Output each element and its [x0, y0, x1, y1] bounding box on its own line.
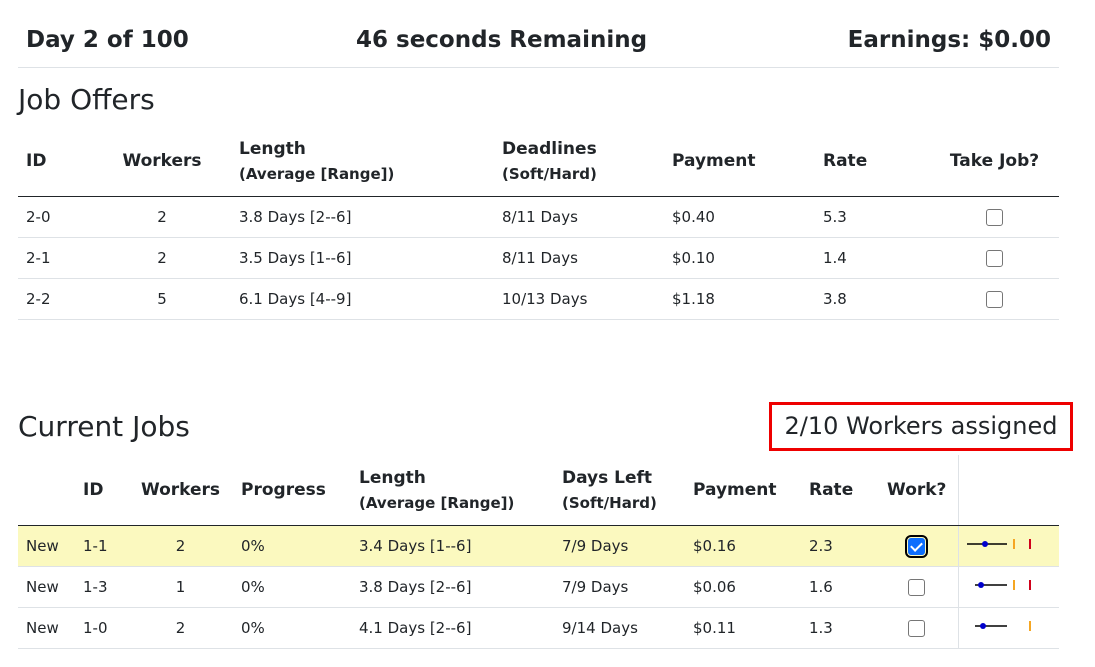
job-timeline	[957, 607, 1059, 649]
timeline-chart	[966, 539, 1031, 549]
timeline-chart	[974, 580, 1031, 590]
current-job-row: New 1-0 2 0% 4.1 Days [2--6] 9/14 Days $0.11 1.…	[18, 607, 1059, 649]
col-rate: Rate	[801, 455, 876, 526]
work-cell	[876, 525, 958, 567]
job-status: New	[18, 525, 75, 567]
col-deadlines: Deadlines (Soft/Hard)	[494, 126, 664, 197]
progress-dot	[981, 541, 988, 547]
col-status	[18, 455, 75, 526]
offer-row: 2-2 5 6.1 Days [4--9] 10/13 Days $1.18 3.8	[18, 278, 1059, 320]
col-take-job: Take Job?	[930, 126, 1059, 197]
col-id: ID	[18, 126, 93, 197]
job-id: 1-3	[75, 566, 128, 608]
col-payment: Payment	[685, 455, 801, 526]
job-workers: 2	[128, 607, 233, 649]
job-payment: $0.11	[685, 607, 801, 649]
offer-deadlines: 8/11 Days	[494, 237, 664, 279]
offer-rate: 1.4	[815, 237, 930, 279]
job-workers: 1	[128, 566, 233, 608]
take-job-cell	[930, 196, 1059, 238]
day-counter: Day 2 of 100	[26, 27, 189, 53]
job-id: 1-0	[75, 607, 128, 649]
col-rate: Rate	[815, 126, 930, 197]
work-checkbox[interactable]	[908, 620, 926, 637]
job-days-left: 7/9 Days	[554, 566, 685, 608]
job-length: 3.8 Days [2--6]	[351, 566, 554, 608]
col-length: Length (Average [Range])	[231, 126, 494, 197]
col-workers: Workers	[93, 126, 231, 197]
col-progress: Progress	[233, 455, 351, 526]
job-length: 4.1 Days [2--6]	[351, 607, 554, 649]
job-days-left: 9/14 Days	[554, 607, 685, 649]
job-progress: 0%	[233, 525, 351, 567]
job-status: New	[18, 566, 75, 608]
job-offers-heading: Job Offers	[18, 83, 155, 116]
job-payment: $0.16	[685, 525, 801, 567]
take-job-checkbox[interactable]	[986, 250, 1003, 267]
col-work: Work?	[876, 455, 958, 526]
earnings: Earnings: $0.00	[847, 27, 1051, 53]
offer-payment: $1.18	[664, 278, 815, 320]
take-job-cell	[930, 278, 1059, 320]
offer-deadlines: 8/11 Days	[494, 196, 664, 238]
work-cell	[876, 566, 958, 608]
offer-workers: 5	[93, 278, 231, 320]
offer-workers: 2	[93, 237, 231, 279]
current-jobs-heading: Current Jobs	[18, 410, 190, 443]
job-id: 1-1	[75, 525, 128, 567]
col-days-left: Days Left (Soft/Hard)	[554, 455, 685, 526]
offer-rate: 5.3	[815, 196, 930, 238]
current-job-row: New 1-1 2 0% 3.4 Days [1--6] 7/9 Days $0.16 2.3	[18, 525, 1059, 567]
col-id: ID	[75, 455, 128, 526]
work-checkbox[interactable]	[905, 535, 929, 558]
job-progress: 0%	[233, 607, 351, 649]
col-workers: Workers	[128, 455, 233, 526]
job-offers-table: ID Workers Length (Average [Range]) Deadl…	[18, 126, 1059, 320]
job-timeline	[957, 566, 1059, 608]
time-remaining: 46 seconds Remaining	[356, 27, 648, 53]
col-timeline	[957, 455, 1059, 526]
current-job-row: New 1-3 1 0% 3.8 Days [2--6] 7/9 Days $0.06 1.6	[18, 566, 1059, 608]
timeline-chart	[974, 621, 1031, 631]
job-rate: 1.3	[801, 607, 876, 649]
job-progress: 0%	[233, 566, 351, 608]
job-timeline	[957, 525, 1059, 567]
job-workers: 2	[128, 525, 233, 567]
col-length: Length (Average [Range])	[351, 455, 554, 526]
offer-id: 2-2	[18, 278, 93, 320]
work-checkbox[interactable]	[908, 579, 926, 596]
work-cell	[876, 607, 958, 649]
job-status: New	[18, 607, 75, 649]
offer-row: 2-0 2 3.8 Days [2--6] 8/11 Days $0.40 5.3	[18, 196, 1059, 238]
offer-rate: 3.8	[815, 278, 930, 320]
job-rate: 2.3	[801, 525, 876, 567]
col-payment: Payment	[664, 126, 815, 197]
offer-payment: $0.40	[664, 196, 815, 238]
take-job-checkbox[interactable]	[986, 291, 1003, 308]
offer-id: 2-0	[18, 196, 93, 238]
workers-assigned-indicator: 2/10 Workers assigned	[769, 402, 1073, 451]
offer-deadlines: 10/13 Days	[494, 278, 664, 320]
job-length: 3.4 Days [1--6]	[351, 525, 554, 567]
offer-workers: 2	[93, 196, 231, 238]
take-job-checkbox[interactable]	[986, 209, 1003, 226]
progress-dot	[979, 623, 986, 629]
offer-length: 3.8 Days [2--6]	[231, 196, 494, 238]
offer-row: 2-1 2 3.5 Days [1--6] 8/11 Days $0.10 1.4	[18, 237, 1059, 279]
current-jobs-table: ID Workers Progress Length (Average [Rang…	[18, 455, 1059, 649]
progress-dot	[977, 582, 984, 588]
job-days-left: 7/9 Days	[554, 525, 685, 567]
take-job-cell	[930, 237, 1059, 279]
job-payment: $0.06	[685, 566, 801, 608]
job-rate: 1.6	[801, 566, 876, 608]
offer-length: 3.5 Days [1--6]	[231, 237, 494, 279]
status-bar: Day 2 of 100 46 seconds Remaining Earnin…	[18, 18, 1059, 68]
offer-payment: $0.10	[664, 237, 815, 279]
offer-length: 6.1 Days [4--9]	[231, 278, 494, 320]
offer-id: 2-1	[18, 237, 93, 279]
